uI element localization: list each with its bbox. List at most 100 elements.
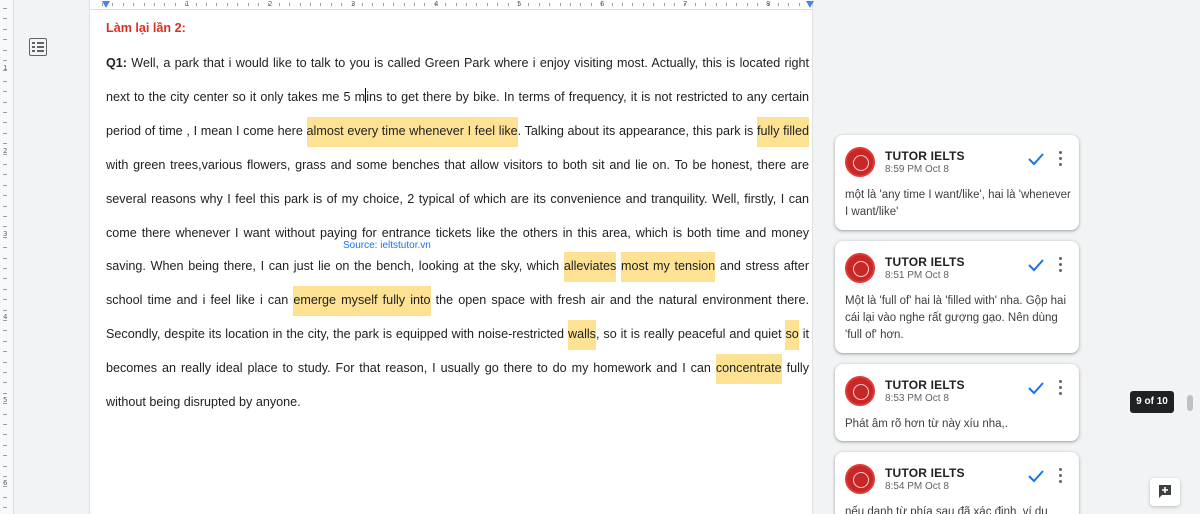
ruler-number: 6 [3, 479, 8, 487]
commented-highlight[interactable]: almost every time whenever I feel like [306, 116, 518, 147]
comment-time: 8:51 PM Oct 8 [885, 270, 949, 281]
ruler-tick [3, 372, 7, 373]
ruler-tick [674, 3, 675, 6]
comment-time: 8:59 PM Oct 8 [885, 164, 949, 175]
ruler-tick [341, 3, 343, 6]
ruler-tick [174, 3, 176, 6]
scrollbar-thumb[interactable] [1187, 395, 1193, 411]
ruler-tick [3, 382, 7, 384]
commented-highlight[interactable]: walls [567, 320, 596, 351]
avatar [845, 253, 875, 283]
more-vert-icon[interactable] [1059, 151, 1063, 167]
add-comment-button[interactable] [1150, 478, 1180, 506]
comment-text: một là 'any time I want/like', hai là 'w… [845, 189, 1071, 218]
ruler-tick [726, 3, 727, 6]
ruler-tick [632, 3, 634, 6]
ruler-tick [3, 309, 7, 311]
ruler-tick [611, 3, 613, 6]
ruler-number: 2 [268, 0, 273, 8]
comment-author: TUTOR IELTS [885, 466, 965, 480]
ruler-tick [372, 3, 374, 6]
ruler-tick [705, 3, 707, 6]
ruler-tick [3, 80, 7, 82]
document-outline-icon[interactable] [29, 38, 47, 56]
ruler-tick [216, 3, 218, 6]
ruler-tick [154, 3, 155, 6]
horizontal-ruler[interactable]: 1 2 3 4 5 6 7 8 [90, 0, 814, 10]
ruler-tick [3, 424, 7, 425]
ruler-number: 3 [351, 0, 356, 8]
ruler-tick [590, 3, 592, 6]
left-indent-marker[interactable] [102, 1, 110, 8]
commented-highlight[interactable]: alleviates [563, 252, 617, 283]
ruler-tick [382, 3, 384, 6]
ruler-tick [3, 392, 7, 394]
ruler-number: 6 [600, 0, 605, 8]
commented-highlight[interactable]: concentrate [715, 354, 782, 385]
ruler-tick [788, 3, 790, 6]
ruler-tick [3, 351, 7, 353]
comment-time: 8:53 PM Oct 8 [885, 393, 949, 404]
ruler-tick [424, 3, 426, 6]
ruler-tick [3, 413, 7, 415]
check-resolve-icon[interactable] [1026, 149, 1046, 169]
more-vert-icon[interactable] [1059, 380, 1063, 396]
ruler-tick [247, 3, 249, 6]
check-resolve-icon[interactable] [1026, 255, 1046, 275]
comment-counter: 9 of 10 [1130, 391, 1174, 413]
ruler-tick [226, 3, 228, 6]
ruler-number: 1 [185, 0, 190, 8]
vertical-ruler[interactable]: 1 2 3 4 5 6 [0, 0, 14, 514]
ruler-tick [622, 3, 623, 6]
avatar [845, 147, 875, 177]
ruler-tick [3, 278, 7, 280]
check-resolve-icon[interactable] [1026, 378, 1046, 398]
ruler-tick [3, 257, 7, 259]
ruler-tick [362, 3, 363, 6]
ruler-tick [102, 3, 103, 6]
comment-card[interactable]: TUTOR IELTS 8:54 PM Oct 8 nếu danh từ ph… [835, 452, 1079, 514]
ruler-tick [195, 3, 197, 6]
ruler-tick [3, 361, 7, 363]
ruler-tick [507, 3, 509, 6]
right-indent-marker[interactable] [806, 1, 814, 8]
ruler-tick [393, 3, 395, 6]
comment-card[interactable]: TUTOR IELTS 8:51 PM Oct 8 Một là 'full o… [835, 241, 1079, 353]
ruler-tick [549, 3, 551, 6]
ruler-number: 5 [3, 396, 8, 404]
comment-card[interactable]: TUTOR IELTS 8:59 PM Oct 8 một là 'any ti… [835, 135, 1079, 230]
avatar [845, 376, 875, 406]
document-body[interactable]: Làm lại lần 2: Q1: Well, a park that i w… [106, 20, 809, 420]
answer-paragraph[interactable]: Q1: Well, a park that i would like to ta… [106, 47, 809, 420]
ruler-tick [3, 444, 7, 446]
commented-highlight[interactable]: most my tension [621, 252, 716, 283]
text-run: . Talking about its appearance, this par… [517, 123, 757, 138]
ruler-tick [206, 3, 207, 6]
comment-text: nếu danh từ phía sau đã xác định, ví dụ [845, 506, 1048, 514]
commented-highlight[interactable]: fully filled [757, 116, 809, 147]
ruler-tick [3, 226, 7, 228]
ruler-tick [497, 3, 499, 6]
ruler-tick [3, 247, 7, 249]
comment-card[interactable]: TUTOR IELTS 8:53 PM Oct 8 Phát âm rõ hơn… [835, 364, 1079, 441]
ruler-tick [3, 184, 7, 186]
ruler-tick [3, 299, 7, 301]
ruler-tick [476, 3, 478, 6]
ruler-tick [278, 3, 280, 6]
check-resolve-icon[interactable] [1026, 466, 1046, 486]
ruler-number: 3 [3, 230, 8, 238]
more-vert-icon[interactable] [1059, 257, 1063, 273]
doc-heading: Làm lại lần 2: [106, 21, 186, 35]
more-vert-icon[interactable] [1059, 468, 1063, 484]
comment-text: Một là 'full of' hai là 'filled with' nh… [845, 295, 1067, 341]
ruler-tick [642, 3, 644, 6]
ruler-tick [486, 3, 488, 6]
ruler-tick [289, 3, 291, 6]
ruler-tick [653, 3, 655, 6]
commented-highlight[interactable]: so [785, 320, 799, 351]
ruler-number: 4 [3, 313, 8, 321]
ruler-tick [3, 39, 7, 41]
ruler-tick [3, 216, 7, 217]
ruler-tick [3, 205, 7, 207]
commented-highlight[interactable]: emerge myself fully into [293, 286, 431, 317]
